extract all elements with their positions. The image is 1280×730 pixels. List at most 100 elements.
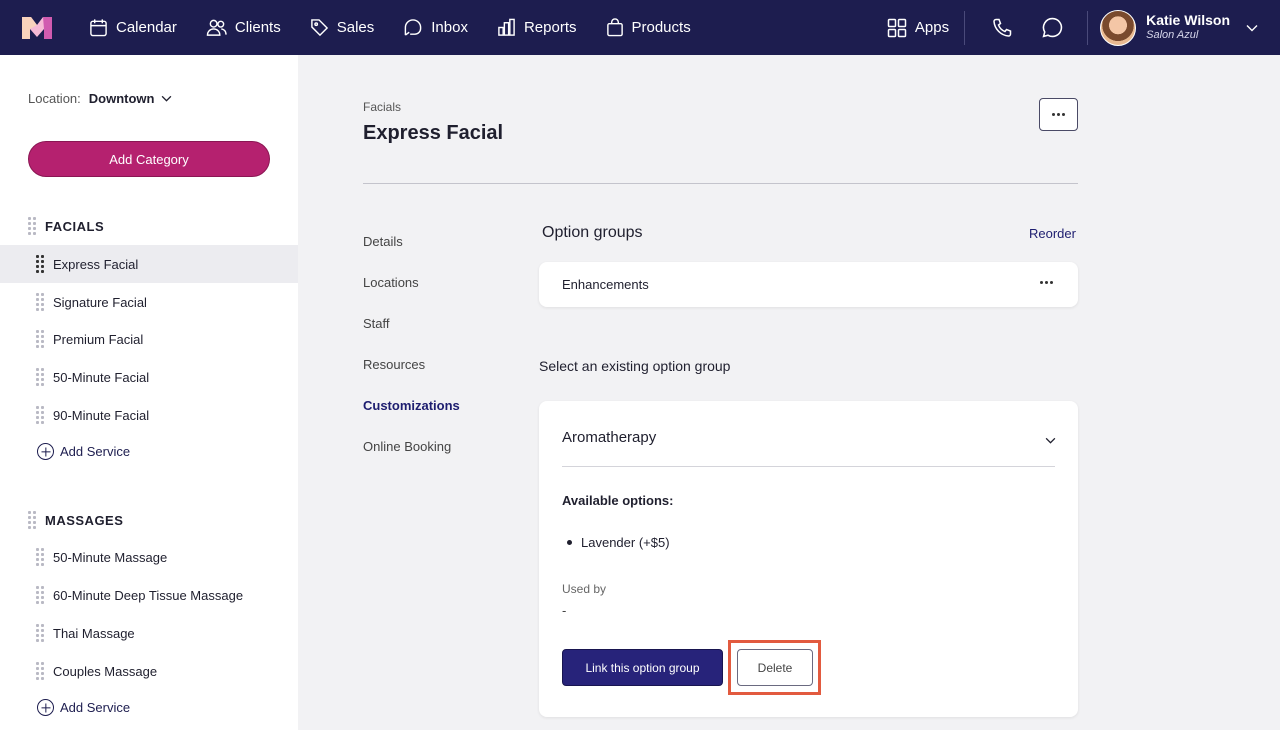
subnav-resources[interactable]: Resources xyxy=(363,357,425,372)
plus-circle-icon xyxy=(37,443,54,460)
service-label: Premium Facial xyxy=(53,331,144,347)
nav-calendar-label: Calendar xyxy=(116,19,177,36)
option-group-card: Enhancements xyxy=(539,262,1078,307)
add-category-button[interactable]: Add Category xyxy=(28,141,270,177)
nav-clients[interactable]: Clients xyxy=(197,0,290,55)
drag-handle-icon[interactable] xyxy=(36,624,44,642)
category-facials[interactable]: FACIALS xyxy=(28,217,104,235)
service-item-premium-facial[interactable]: Premium Facial xyxy=(0,320,298,358)
nav-clients-label: Clients xyxy=(234,19,281,36)
nav-reports[interactable]: Reports xyxy=(488,0,586,55)
nav-products[interactable]: Products xyxy=(597,0,700,55)
delete-button[interactable]: Delete xyxy=(737,649,813,686)
nav-apps[interactable]: Apps xyxy=(878,0,958,55)
subnav-details[interactable]: Details xyxy=(363,234,403,249)
existing-option-group-card: Aromatherapy Available options: Lavender… xyxy=(539,401,1078,717)
used-by-label: Used by xyxy=(562,582,607,596)
service-label: Thai Massage xyxy=(53,625,135,641)
top-nav: Calendar Clients Sales Inbox Reports Pro… xyxy=(0,0,1280,55)
subnav-locations[interactable]: Locations xyxy=(363,275,419,290)
location-value: Downtown xyxy=(88,91,155,106)
page-title: Express Facial xyxy=(363,122,504,144)
app-logo[interactable] xyxy=(22,16,52,39)
used-by-value: - xyxy=(562,603,567,618)
drag-handle-icon[interactable] xyxy=(36,548,44,566)
calendar-icon xyxy=(90,19,107,37)
category-massages[interactable]: MASSAGES xyxy=(28,511,123,529)
location-selector[interactable]: Location: Downtown xyxy=(28,91,172,106)
service-label: 90-Minute Facial xyxy=(53,407,150,423)
category-name: FACIALS xyxy=(45,218,105,234)
nav-inbox[interactable]: Inbox xyxy=(394,0,477,55)
option-group-more-button[interactable] xyxy=(1037,278,1056,287)
chat-icon xyxy=(1042,17,1062,38)
nav-sales-label: Sales xyxy=(336,19,375,36)
nav-sales[interactable]: Sales xyxy=(301,0,384,55)
service-item-50-minute-massage[interactable]: 50-Minute Massage xyxy=(0,538,298,576)
phone-button[interactable] xyxy=(977,0,1027,55)
option-group-name: Enhancements xyxy=(562,277,649,292)
drag-handle-icon[interactable] xyxy=(28,511,36,529)
salon-name: Salon Azul xyxy=(1146,29,1199,41)
clients-icon xyxy=(206,19,227,36)
service-item-signature-facial[interactable]: Signature Facial xyxy=(0,283,298,321)
user-info: Katie Wilson Salon Azul xyxy=(1146,12,1230,43)
service-item-express-facial[interactable]: Express Facial xyxy=(0,245,298,283)
divider xyxy=(562,466,1055,467)
existing-group-name: Aromatherapy xyxy=(562,429,657,446)
more-horizontal-icon xyxy=(1040,281,1053,284)
select-existing-heading: Select an existing option group xyxy=(539,358,731,374)
drag-handle-icon[interactable] xyxy=(36,293,44,311)
user-name: Katie Wilson xyxy=(1146,12,1230,28)
option-groups-heading: Option groups xyxy=(542,224,643,241)
nav-products-label: Products xyxy=(631,19,691,36)
drag-handle-icon[interactable] xyxy=(36,586,44,604)
reorder-link[interactable]: Reorder xyxy=(1029,226,1076,241)
service-item-90-minute-facial[interactable]: 90-Minute Facial xyxy=(0,396,298,434)
chat-button[interactable] xyxy=(1027,0,1077,55)
nav-reports-label: Reports xyxy=(523,19,577,36)
service-item-thai-massage[interactable]: Thai Massage xyxy=(0,614,298,652)
nav-divider xyxy=(964,10,966,45)
service-item-50-minute-facial[interactable]: 50-Minute Facial xyxy=(0,358,298,396)
subnav-customizations[interactable]: Customizations xyxy=(363,398,460,413)
chevron-down-icon xyxy=(1045,437,1056,444)
avatar xyxy=(1100,9,1137,46)
service-item-couples-massage[interactable]: Couples Massage xyxy=(0,652,298,690)
drag-handle-icon[interactable] xyxy=(36,368,44,386)
nav-inbox-label: Inbox xyxy=(431,19,468,36)
drag-handle-icon[interactable] xyxy=(36,330,44,348)
nav-right: Apps Katie Wilson Salon Azul xyxy=(878,0,1280,55)
service-item-60-minute-deep-tissue-massage[interactable]: 60-Minute Deep Tissue Massage xyxy=(0,576,298,614)
drag-handle-icon[interactable] xyxy=(36,255,44,273)
drag-handle-icon[interactable] xyxy=(28,217,36,235)
plus-circle-icon xyxy=(37,699,54,716)
drag-handle-icon[interactable] xyxy=(36,662,44,680)
chevron-down-icon xyxy=(162,95,172,102)
service-sidebar: Location: Downtown Add Category FACIALS … xyxy=(0,55,298,730)
collapse-toggle[interactable] xyxy=(1045,431,1056,449)
link-option-group-button[interactable]: Link this option group xyxy=(562,649,723,686)
apps-grid-icon xyxy=(887,18,907,37)
chevron-down-icon xyxy=(1246,24,1258,31)
add-service-label: Add Service xyxy=(60,700,131,715)
inbox-icon xyxy=(404,19,422,36)
subnav-staff[interactable]: Staff xyxy=(363,316,390,331)
breadcrumb[interactable]: Facials xyxy=(363,100,401,114)
add-service-facials[interactable]: Add Service xyxy=(37,443,130,460)
nav-calendar[interactable]: Calendar xyxy=(80,0,186,55)
service-label: Couples Massage xyxy=(53,663,158,679)
bag-icon xyxy=(606,18,623,37)
more-actions-button[interactable] xyxy=(1039,98,1078,131)
service-label: 50-Minute Massage xyxy=(53,549,168,565)
category-name: MASSAGES xyxy=(45,512,124,528)
subnav-online-booking[interactable]: Online Booking xyxy=(363,439,451,454)
reports-icon xyxy=(498,18,515,36)
nav-apps-label: Apps xyxy=(914,19,950,36)
add-service-massages[interactable]: Add Service xyxy=(37,699,130,716)
user-menu[interactable]: Katie Wilson Salon Azul xyxy=(1088,0,1280,55)
drag-handle-icon[interactable] xyxy=(36,406,44,424)
service-label: Express Facial xyxy=(53,256,139,272)
service-label: Signature Facial xyxy=(53,294,147,310)
service-label: 50-Minute Facial xyxy=(53,369,150,385)
